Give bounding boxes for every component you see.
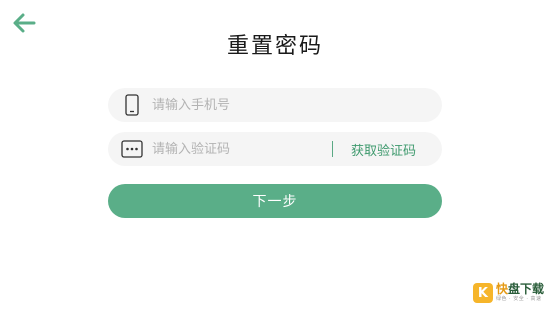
k-logo-icon: K [472, 283, 493, 303]
code-dots-icon [120, 137, 144, 161]
watermark-logo: K 快盘下载 绿色 · 安全 · 高速 [472, 282, 544, 303]
phone-field[interactable] [108, 88, 442, 122]
code-input[interactable] [152, 132, 332, 166]
watermark-brand: 快盘下载 [495, 282, 544, 296]
watermark-tagline: 绿色 · 安全 · 高速 [495, 296, 542, 302]
phone-icon [120, 93, 144, 117]
next-button[interactable]: 下一步 [108, 184, 442, 218]
phone-input[interactable] [152, 88, 442, 122]
page-title: 重置密码 [226, 34, 323, 59]
code-field[interactable]: 获取验证码 [108, 132, 442, 166]
get-code-button[interactable]: 获取验证码 [351, 140, 416, 159]
divider [331, 141, 333, 157]
